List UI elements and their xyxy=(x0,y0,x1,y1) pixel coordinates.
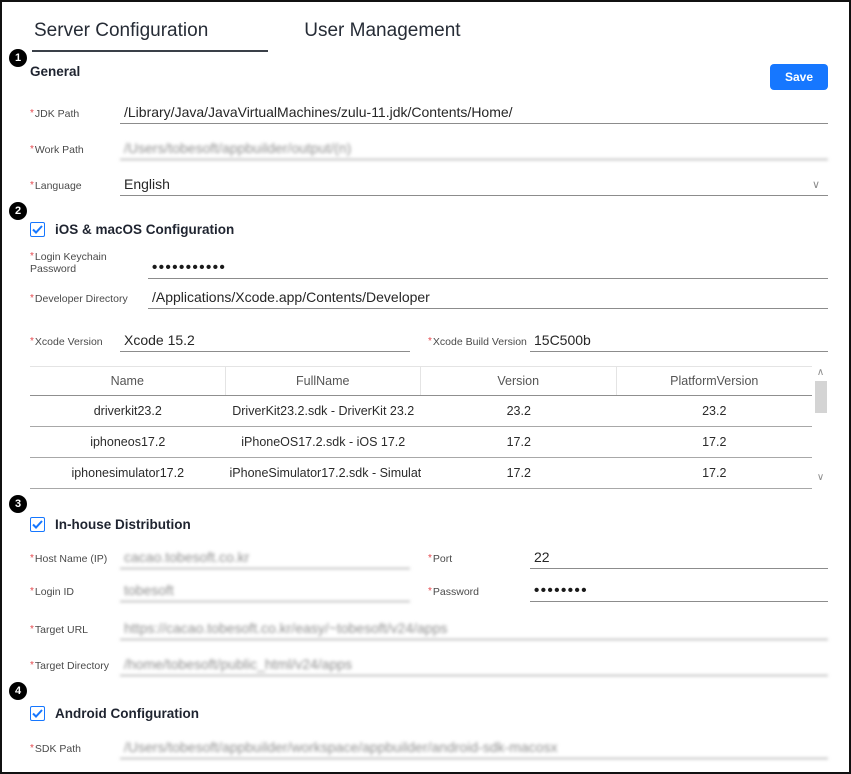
target-url-input[interactable]: https://cacao.tobesoft.co.kr/easy/~tobes… xyxy=(120,619,828,640)
jdk-path-label: *JDK Path xyxy=(30,108,120,124)
xcode-build-version-label: *Xcode Build Version xyxy=(428,336,530,352)
column-header-platformversion[interactable]: PlatformVersion xyxy=(617,367,813,395)
ios-sdk-table-header: Name FullName Version PlatformVersion xyxy=(30,366,812,396)
sdk-path-input[interactable]: /Users/tobesoft/appbuilder/workspace/app… xyxy=(120,738,828,759)
inhouse-distribution-checkbox[interactable] xyxy=(30,517,45,532)
cell: driverkit23.2 xyxy=(30,396,226,426)
target-url-label: *Target URL xyxy=(30,624,120,640)
required-asterisk: * xyxy=(428,336,432,347)
chevron-down-icon: ∨ xyxy=(812,178,820,191)
target-directory-input[interactable]: /home/tobesoft/public_html/v24/apps xyxy=(120,655,828,676)
section-android: 4 Android Configuration *SDK Path /Users… xyxy=(30,706,828,774)
developer-directory-input[interactable]: /Applications/Xcode.app/Contents/Develop… xyxy=(148,288,828,309)
required-asterisk: * xyxy=(30,251,34,262)
step-badge-3: 3 xyxy=(9,495,27,513)
required-asterisk: * xyxy=(30,624,34,635)
xcode-build-version-input[interactable]: 15C500b xyxy=(530,331,828,352)
section-title-inhouse: In-house Distribution xyxy=(55,517,191,532)
ios-macos-checkbox[interactable] xyxy=(30,222,45,237)
table-row: iphoneos17.2 iPhoneOS17.2.sdk - iOS 17.2… xyxy=(30,427,812,458)
required-asterisk: * xyxy=(428,586,432,597)
port-input[interactable]: 22 xyxy=(530,548,828,569)
cell: 17.2 xyxy=(617,458,813,488)
language-label: *Language xyxy=(30,180,120,196)
required-asterisk: * xyxy=(30,660,34,671)
ios-sdk-table: Name FullName Version PlatformVersion dr… xyxy=(30,366,828,489)
required-asterisk: * xyxy=(30,336,34,347)
password-label: *Password xyxy=(428,586,530,602)
target-directory-label: *Target Directory xyxy=(30,660,120,676)
port-label: *Port xyxy=(428,553,530,569)
developer-directory-label: *Developer Directory xyxy=(30,293,148,309)
required-asterisk: * xyxy=(30,144,34,155)
section-general: 1 General Save *JDK Path /Library/Java/J… xyxy=(30,64,828,196)
password-input[interactable]: •••••••• xyxy=(530,581,828,602)
cell: 17.2 xyxy=(421,427,617,457)
cell: 23.2 xyxy=(617,396,813,426)
cell: iphoneos17.2 xyxy=(30,427,226,457)
android-configuration-checkbox[interactable] xyxy=(30,706,45,721)
required-asterisk: * xyxy=(30,743,34,754)
keychain-password-input[interactable]: ••••••••••• xyxy=(148,258,828,279)
required-asterisk: * xyxy=(428,553,432,564)
xcode-version-input[interactable]: Xcode 15.2 xyxy=(120,331,410,352)
tab-bar: Server Configuration User Management xyxy=(2,2,849,52)
scrollbar-thumb[interactable] xyxy=(815,381,827,413)
xcode-version-label: *Xcode Version xyxy=(30,336,120,352)
column-header-name[interactable]: Name xyxy=(30,367,226,395)
section-inhouse-distribution: 3 In-house Distribution *Host Name (IP) … xyxy=(30,517,828,676)
step-badge-2: 2 xyxy=(9,202,27,220)
cell: DriverKit23.2.sdk - DriverKit 23.2 xyxy=(226,396,422,426)
keychain-password-label: *Login Keychain Password xyxy=(30,251,148,279)
chevron-down-icon[interactable]: ∨ xyxy=(813,471,828,485)
tab-user-management[interactable]: User Management xyxy=(302,16,462,52)
chevron-up-icon[interactable]: ∧ xyxy=(813,366,828,380)
server-config-screen: Server Configuration User Management 1 G… xyxy=(0,0,851,774)
cell: 17.2 xyxy=(421,458,617,488)
table-row: iphonesimulator17.2 iPhoneSimulator17.2.… xyxy=(30,458,812,489)
step-badge-1: 1 xyxy=(9,49,27,67)
table-row: driverkit23.2 DriverKit23.2.sdk - Driver… xyxy=(30,396,812,427)
column-header-version[interactable]: Version xyxy=(421,367,617,395)
cell: iphonesimulator17.2 xyxy=(30,458,226,488)
section-title-ios-macos: iOS & macOS Configuration xyxy=(55,222,234,237)
cell: iPhoneOS17.2.sdk - iOS 17.2 xyxy=(226,427,422,457)
required-asterisk: * xyxy=(30,586,34,597)
section-title-general: General xyxy=(30,64,80,79)
cell: iPhoneSimulator17.2.sdk - Simulator - iC xyxy=(226,458,422,488)
tab-server-configuration[interactable]: Server Configuration xyxy=(32,16,268,52)
section-ios-macos: 2 iOS & macOS Configuration *Login Keych… xyxy=(30,222,828,489)
step-badge-4: 4 xyxy=(9,682,27,700)
jdk-path-input[interactable]: /Library/Java/JavaVirtualMachines/zulu-1… xyxy=(120,103,828,124)
host-name-label: *Host Name (IP) xyxy=(30,553,120,569)
save-button[interactable]: Save xyxy=(770,64,828,90)
login-id-label: *Login ID xyxy=(30,586,120,602)
host-name-input[interactable]: cacao.tobesoft.co.kr xyxy=(120,548,410,569)
work-path-label: *Work Path xyxy=(30,144,120,160)
required-asterisk: * xyxy=(30,180,34,191)
cell: 17.2 xyxy=(617,427,813,457)
cell: 23.2 xyxy=(421,396,617,426)
login-id-input[interactable]: tobesoft xyxy=(120,581,410,602)
required-asterisk: * xyxy=(30,108,34,119)
vertical-scrollbar[interactable]: ∧ ∨ xyxy=(813,366,828,489)
column-header-fullname[interactable]: FullName xyxy=(226,367,422,395)
section-title-android: Android Configuration xyxy=(55,706,199,721)
required-asterisk: * xyxy=(30,293,34,304)
sdk-path-label: *SDK Path xyxy=(30,743,120,759)
language-select[interactable]: English∨ xyxy=(120,175,828,196)
required-asterisk: * xyxy=(30,553,34,564)
work-path-input[interactable]: /Users/tobesoft/appbuilder/output/(n) xyxy=(120,139,828,160)
